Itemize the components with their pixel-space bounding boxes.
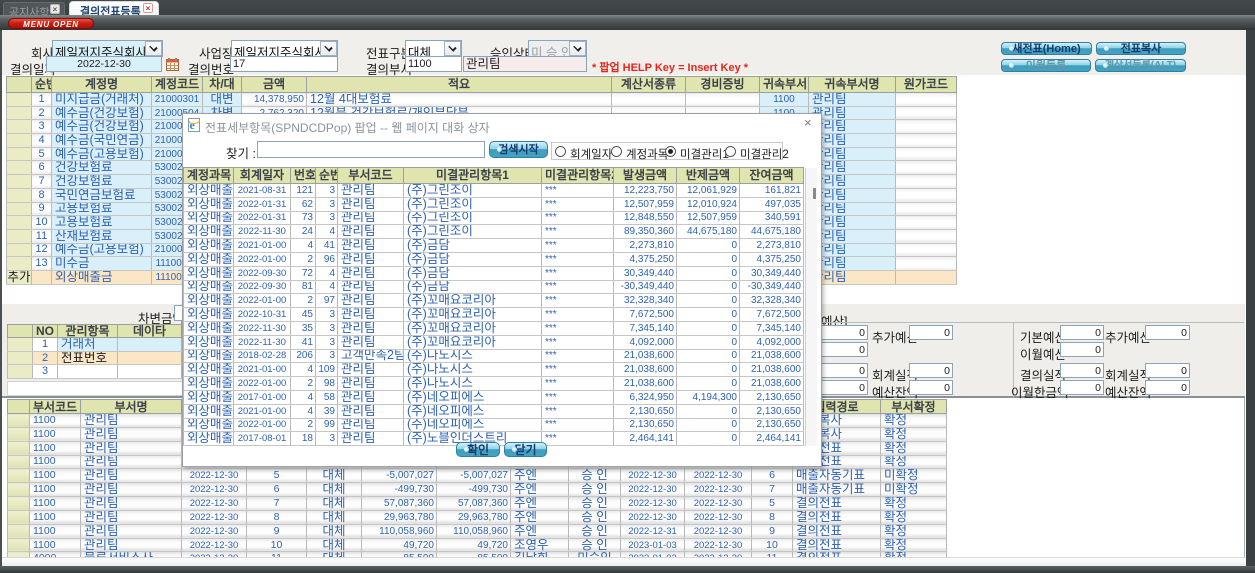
svg-text:e: e (190, 118, 196, 132)
